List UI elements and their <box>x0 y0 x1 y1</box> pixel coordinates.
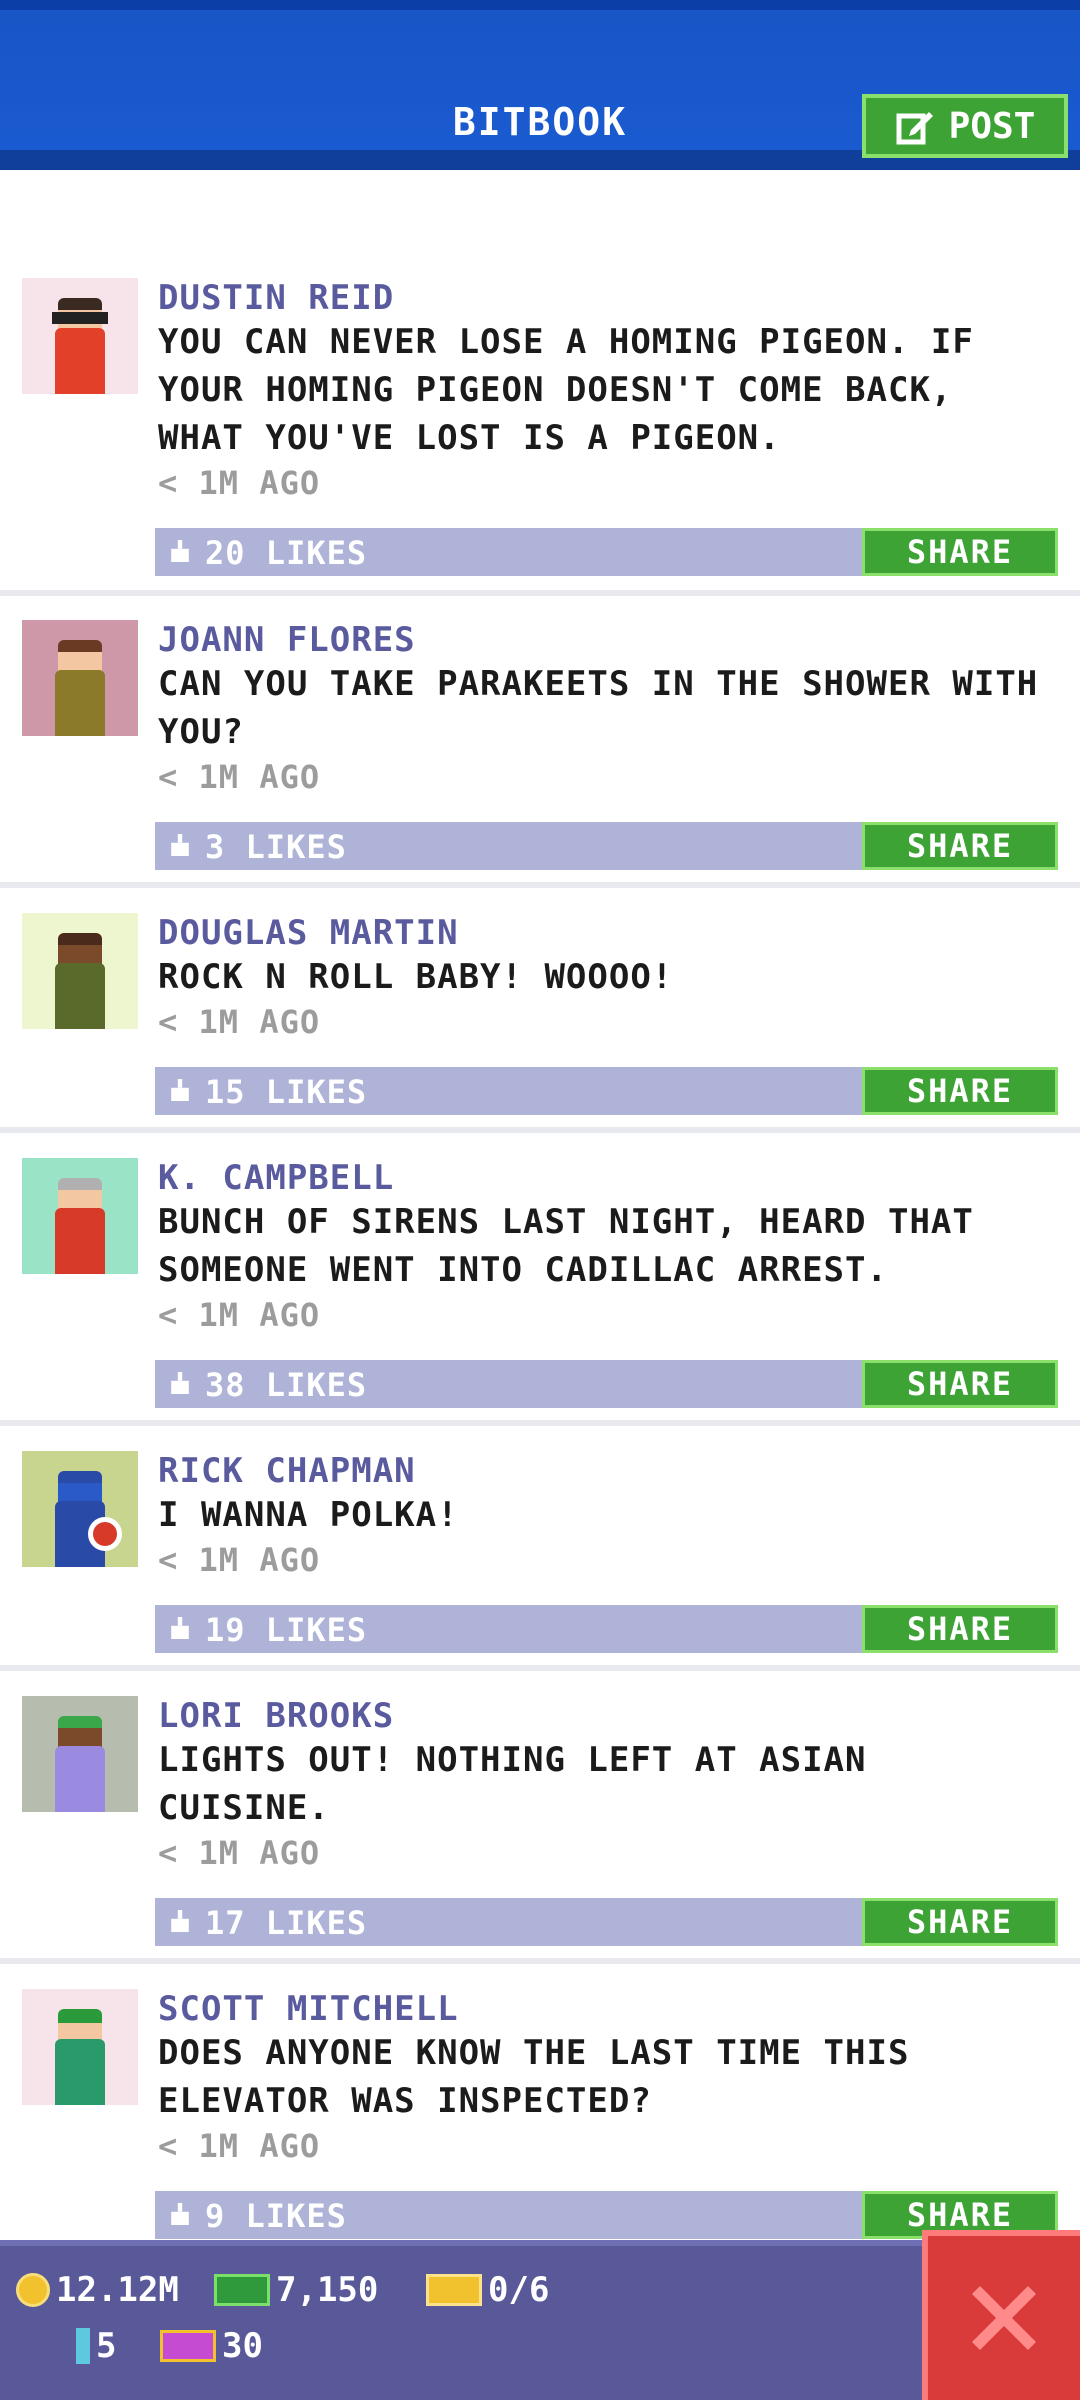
bux-stat: 7,150 <box>214 2270 378 2310</box>
post-time: < 1M AGO <box>158 1003 321 1041</box>
like-icon <box>171 1372 189 1394</box>
like-icon <box>171 834 189 856</box>
post-text: ROCK N ROLL BABY! WOOOO! <box>158 957 674 997</box>
avatar <box>22 620 138 736</box>
feed-post: DOUGLAS MARTIN ROCK N ROLL BABY! WOOOO! … <box>0 913 1080 1133</box>
coins-stat: 12.12M <box>16 2270 179 2310</box>
app-header: BITBOOK POST <box>0 0 1080 170</box>
status-bar: 12.12M 7,150 0/6 5 30 <box>0 2240 1080 2400</box>
key-icon <box>76 2328 90 2364</box>
post-divider <box>0 882 1080 888</box>
avatar <box>22 278 138 394</box>
keys-value: 5 <box>96 2326 117 2366</box>
avatar <box>22 1989 138 2105</box>
share-button[interactable]: SHARE <box>862 528 1058 576</box>
post-author[interactable]: RICK CHAPMAN <box>158 1451 416 1491</box>
post-time: < 1M AGO <box>158 758 321 796</box>
post-divider <box>0 590 1080 596</box>
likes-count: 38 LIKES <box>205 1366 368 1404</box>
post-divider <box>0 1127 1080 1133</box>
vip-icon <box>160 2330 216 2362</box>
post-author[interactable]: DOUGLAS MARTIN <box>158 913 459 953</box>
like-icon <box>171 1910 189 1932</box>
post-text: YOU CAN NEVER LOSE A HOMING PIGEON. IF Y… <box>158 322 974 458</box>
share-button[interactable]: SHARE <box>862 1898 1058 1946</box>
share-button[interactable]: SHARE <box>862 1067 1058 1115</box>
likes-count: 9 LIKES <box>205 2197 347 2235</box>
post-time: < 1M AGO <box>158 1541 321 1579</box>
likes-count: 15 LIKES <box>205 1073 368 1111</box>
post-text: DOES ANYONE KNOW THE LAST TIME THIS ELEV… <box>158 2033 910 2121</box>
share-button[interactable]: SHARE <box>862 1605 1058 1653</box>
post-author[interactable]: SCOTT MITCHELL <box>158 1989 459 2029</box>
close-icon <box>972 2286 1036 2350</box>
ticket-icon <box>426 2274 482 2306</box>
coin-icon <box>16 2273 50 2307</box>
feed-post: RICK CHAPMAN I WANNA POLKA! < 1M AGO 19 … <box>0 1451 1080 1671</box>
likes-count: 3 LIKES <box>205 828 347 866</box>
post-time: < 1M AGO <box>158 1834 321 1872</box>
edit-icon <box>896 112 933 145</box>
keys-stat: 5 <box>76 2326 116 2366</box>
bux-value: 7,150 <box>276 2270 379 2310</box>
avatar <box>22 1158 138 1274</box>
post-time: < 1M AGO <box>158 2127 321 2165</box>
feed-post: LORI BROOKS LIGHTS OUT! NOTHING LEFT AT … <box>0 1696 1080 1964</box>
post-divider <box>0 1665 1080 1671</box>
post-text: I WANNA POLKA! <box>158 1495 459 1535</box>
close-button[interactable] <box>922 2230 1080 2400</box>
likes-count: 20 LIKES <box>205 534 368 572</box>
feed-post: K. CAMPBELL BUNCH OF SIRENS LAST NIGHT, … <box>0 1158 1080 1426</box>
coins-value: 12.12M <box>56 2270 179 2310</box>
vip-value: 30 <box>222 2326 263 2366</box>
feed-post: JOANN FLORES CAN YOU TAKE PARAKEETS IN T… <box>0 620 1080 888</box>
post-author[interactable]: JOANN FLORES <box>158 620 416 660</box>
tickets-value: 0/6 <box>488 2270 550 2310</box>
share-button[interactable]: SHARE <box>862 822 1058 870</box>
post-text: CAN YOU TAKE PARAKEETS IN THE SHOWER WIT… <box>158 664 1039 752</box>
like-icon <box>171 540 189 562</box>
avatar <box>22 1696 138 1812</box>
tickets-stat: 0/6 <box>426 2270 549 2310</box>
vip-stat: 30 <box>160 2326 263 2366</box>
avatar <box>22 913 138 1029</box>
feed[interactable]: DUSTIN REID YOU CAN NEVER LOSE A HOMING … <box>0 170 1080 2240</box>
like-icon <box>171 1617 189 1639</box>
post-time: < 1M AGO <box>158 464 321 502</box>
post-time: < 1M AGO <box>158 1296 321 1334</box>
post-button[interactable]: POST <box>862 94 1068 158</box>
share-button[interactable]: SHARE <box>862 1360 1058 1408</box>
post-text: LIGHTS OUT! NOTHING LEFT AT ASIAN CUISIN… <box>158 1740 867 1828</box>
post-author[interactable]: LORI BROOKS <box>158 1696 394 1736</box>
like-icon <box>171 2203 189 2225</box>
post-divider <box>0 1958 1080 1964</box>
avatar <box>22 1451 138 1567</box>
post-button-label: POST <box>948 105 1036 147</box>
post-text: BUNCH OF SIRENS LAST NIGHT, HEARD THAT S… <box>158 1202 974 1290</box>
feed-post: SCOTT MITCHELL DOES ANYONE KNOW THE LAST… <box>0 1989 1080 2240</box>
post-author[interactable]: K. CAMPBELL <box>158 1158 394 1198</box>
feed-post: DUSTIN REID YOU CAN NEVER LOSE A HOMING … <box>0 278 1080 596</box>
likes-count: 17 LIKES <box>205 1904 368 1942</box>
like-icon <box>171 1079 189 1101</box>
likes-count: 19 LIKES <box>205 1611 368 1649</box>
post-author[interactable]: DUSTIN REID <box>158 278 394 318</box>
post-divider <box>0 1420 1080 1426</box>
bux-icon <box>214 2274 270 2306</box>
